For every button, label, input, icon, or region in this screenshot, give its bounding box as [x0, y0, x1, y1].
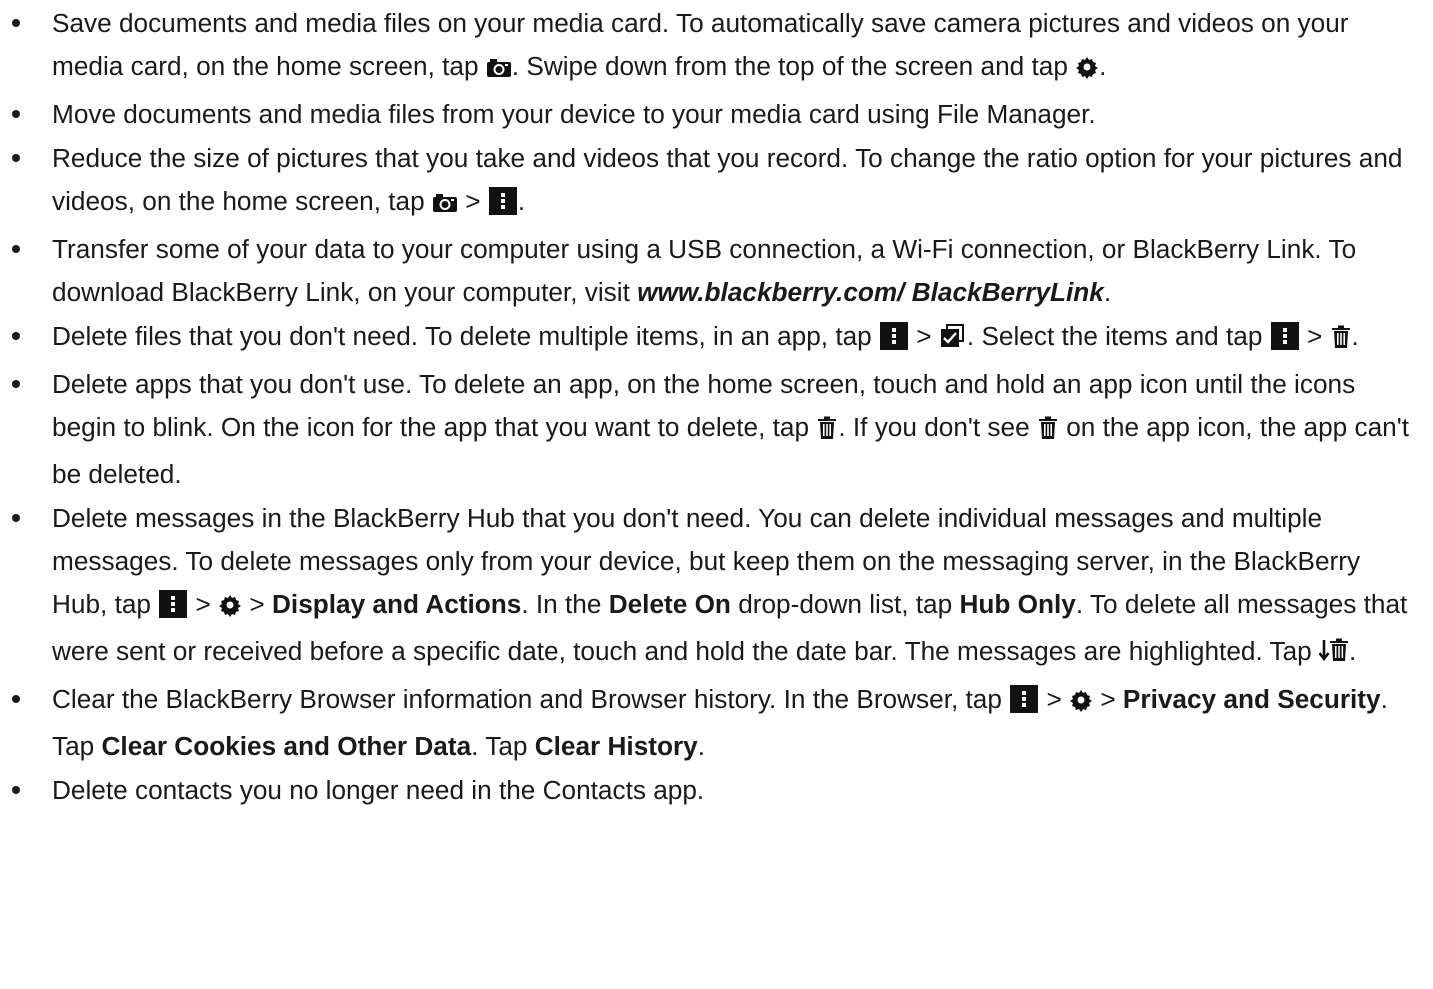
gear-icon [218, 587, 242, 630]
clear-cookies-label: Clear Cookies and Other Data [101, 731, 472, 761]
item-text: > [457, 186, 488, 216]
camera-icon [432, 184, 458, 227]
item-text: > [1299, 321, 1330, 351]
privacy-and-security-label: Privacy and Security [1122, 684, 1381, 714]
item-text: > [1093, 684, 1123, 714]
item-text: . Select the items and tap [966, 321, 1270, 351]
list-item: Reduce the size of pictures that you tak… [0, 137, 1433, 227]
item-text: Delete contacts you no longer need in th… [52, 775, 705, 805]
list-item: Transfer some of your data to your compu… [0, 228, 1433, 314]
item-text: . [1351, 321, 1359, 351]
gear-icon [1069, 682, 1093, 725]
trash-icon [816, 410, 838, 453]
list-item: Delete apps that you don't use. To delet… [0, 363, 1433, 496]
delete-prior-icon [1318, 634, 1349, 677]
item-text: . If you don't see [838, 412, 1037, 442]
item-text: . [1099, 51, 1107, 81]
camera-icon [486, 49, 512, 92]
gear-icon [1075, 49, 1099, 92]
item-text: . [517, 186, 526, 216]
item-text: . Tap [471, 731, 535, 761]
list-item: Delete messages in the BlackBerry Hub th… [0, 497, 1433, 677]
item-text: Clear the BlackBerry Browser information… [52, 684, 1010, 714]
select-items-icon [939, 319, 967, 362]
list-item: Delete files that you don't need. To del… [0, 315, 1433, 362]
item-text: Reduce the size of pictures that you tak… [52, 143, 1403, 216]
list-item: Save documents and media files on your m… [0, 2, 1433, 92]
item-text: > [188, 589, 219, 619]
item-text: Delete files that you don't need. To del… [52, 321, 880, 351]
item-text: > [242, 589, 272, 619]
item-text: > [909, 321, 939, 351]
list-item: Clear the BlackBerry Browser information… [0, 678, 1433, 768]
item-text: . [1103, 277, 1112, 307]
item-text: Move documents and media files from your… [52, 99, 1096, 129]
clear-history-label: Clear History [534, 731, 698, 761]
list-item: Move documents and media files from your… [0, 93, 1433, 136]
delete-on-label: Delete On [608, 589, 731, 619]
trash-icon [1330, 319, 1352, 362]
display-and-actions-label: Display and Actions [272, 589, 522, 619]
more-actions-icon [880, 322, 909, 350]
more-actions-icon [159, 590, 188, 618]
hub-only-label: Hub Only [959, 589, 1076, 619]
more-actions-icon [1270, 322, 1299, 350]
item-text: . [697, 731, 706, 761]
item-text: . [1349, 636, 1357, 666]
storage-tips-list: Save documents and media files on your m… [0, 2, 1433, 813]
document-page: Save documents and media files on your m… [0, 0, 1433, 989]
trash-icon [1037, 410, 1059, 453]
more-actions-icon [488, 187, 517, 215]
item-text: . In the [521, 589, 609, 619]
item-text: . Swipe down from the top of the screen … [511, 51, 1076, 81]
item-text: drop-down list, tap [730, 589, 960, 619]
item-text: > [1039, 684, 1070, 714]
list-item: Delete contacts you no longer need in th… [0, 769, 1433, 812]
more-actions-icon [1010, 685, 1039, 713]
blackberry-link-url[interactable]: www.blackberry.com/ BlackBerryLink [637, 277, 1104, 307]
